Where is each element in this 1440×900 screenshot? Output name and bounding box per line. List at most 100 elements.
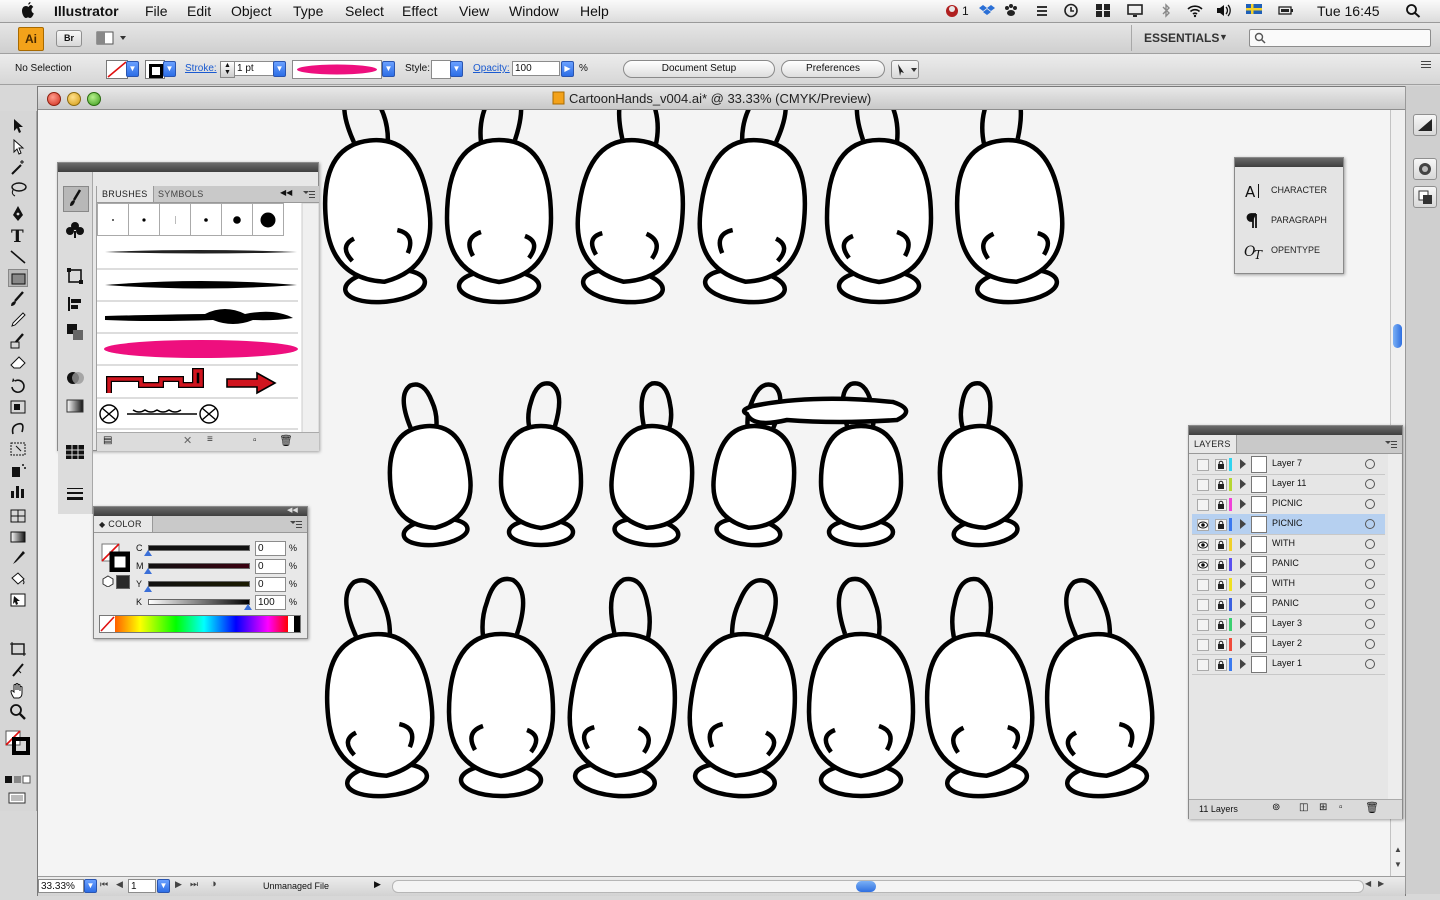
menu-help[interactable]: Help — [580, 3, 609, 19]
dock-gradient-button[interactable] — [1413, 114, 1437, 136]
artboard-number-field[interactable]: 1 — [128, 879, 156, 893]
brush-library-list[interactable] — [97, 203, 319, 433]
type-panel-drag-bar[interactable] — [1235, 158, 1343, 167]
lock-toggle[interactable] — [1215, 479, 1227, 491]
visibility-toggle[interactable] — [1197, 479, 1209, 491]
layer-row[interactable]: WITH — [1192, 574, 1385, 595]
layer-target-icon[interactable] — [1365, 479, 1375, 489]
lock-toggle[interactable] — [1215, 639, 1227, 651]
symbol-sprayer-tool[interactable] — [8, 461, 28, 479]
visibility-toggle[interactable] — [1197, 579, 1209, 591]
transparency-panel-icon-button[interactable] — [63, 366, 87, 390]
visibility-toggle[interactable] — [1197, 519, 1209, 531]
locate-object-icon[interactable]: ⊚ — [1272, 802, 1280, 813]
new-sublayer-icon[interactable]: ⊞ — [1319, 802, 1327, 813]
layer-row[interactable]: PANIC — [1192, 554, 1385, 575]
expand-layer-arrow[interactable] — [1240, 479, 1246, 489]
layer-name[interactable]: PANIC — [1272, 598, 1299, 608]
menu-list-icon[interactable] — [1034, 3, 1050, 18]
live-paint-selection-tool[interactable] — [8, 591, 28, 609]
expand-layer-arrow[interactable] — [1240, 659, 1246, 669]
slice-tool[interactable] — [8, 661, 28, 679]
color-panel-menu[interactable] — [290, 520, 302, 529]
swatches-panel-icon-button[interactable] — [63, 440, 87, 464]
channel-value-field[interactable]: 100 — [255, 595, 286, 610]
menu-type[interactable]: Type — [293, 3, 323, 19]
layer-row[interactable]: PICNIC — [1192, 494, 1385, 515]
symbols-panel-icon-button[interactable] — [63, 218, 87, 242]
transform-panel-icon-button[interactable] — [63, 264, 87, 288]
zoom-level-field[interactable]: 33.33% — [38, 879, 84, 893]
layer-name[interactable]: PICNIC — [1272, 518, 1303, 528]
magic-wand-tool[interactable] — [8, 159, 28, 177]
help-search-input[interactable] — [1268, 30, 1426, 44]
stroke-swatch[interactable] — [145, 60, 165, 79]
channel-slider-thumb[interactable] — [144, 586, 152, 592]
eraser-tool[interactable] — [8, 353, 28, 371]
menu-effect[interactable]: Effect — [402, 3, 438, 19]
brush-options-icon[interactable]: ≡ — [207, 434, 213, 445]
fill-swatch[interactable] — [106, 60, 128, 79]
tab-brushes[interactable]: BRUSHES — [97, 186, 154, 202]
layer-name[interactable]: WITH — [1272, 538, 1295, 548]
lock-toggle[interactable] — [1215, 499, 1227, 511]
channel-value-field[interactable]: 0 — [255, 559, 286, 574]
menubar-clock[interactable]: Tue 16:45 — [1317, 3, 1380, 19]
warp-tool[interactable] — [8, 419, 28, 437]
layers-panel-drag-bar[interactable] — [1189, 426, 1402, 435]
brushes-panel-icon-button[interactable] — [63, 186, 89, 212]
help-search-box[interactable] — [1249, 29, 1431, 47]
tab-color[interactable]: ◆ COLOR — [94, 516, 153, 532]
line-segment-tool[interactable] — [8, 248, 28, 266]
first-artboard-button[interactable]: ⏮ — [100, 879, 108, 890]
channel-slider-thumb[interactable] — [144, 550, 152, 556]
wifi-icon[interactable] — [1187, 3, 1203, 18]
spotlight-search-icon[interactable] — [1405, 3, 1421, 18]
eyedropper-tool[interactable] — [8, 549, 28, 567]
visibility-toggle[interactable] — [1197, 599, 1209, 611]
visibility-toggle[interactable] — [1197, 559, 1209, 571]
input-flag-icon[interactable] — [1246, 3, 1262, 18]
layer-target-icon[interactable] — [1365, 519, 1375, 529]
selection-tool[interactable] — [8, 117, 28, 135]
live-paint-bucket-tool[interactable] — [8, 570, 28, 588]
layer-row[interactable]: Layer 1 — [1192, 654, 1385, 675]
menu-file[interactable]: File — [145, 3, 168, 19]
scroll-up-arrow[interactable]: ▲ — [1394, 845, 1402, 854]
expand-layer-arrow[interactable] — [1240, 539, 1246, 549]
graphic-style-dropdown[interactable]: ▼ — [450, 61, 463, 77]
layer-row[interactable]: PICNIC — [1192, 514, 1385, 535]
lasso-tool[interactable] — [8, 180, 28, 198]
blob-brush-tool[interactable] — [8, 332, 28, 350]
status-options-icon[interactable]: ◑ — [210, 878, 217, 890]
menu-select[interactable]: Select — [345, 3, 384, 19]
menu-window[interactable]: Window — [509, 3, 559, 19]
layer-row[interactable]: Layer 7 — [1192, 454, 1385, 475]
direct-selection-tool[interactable] — [8, 138, 28, 156]
paintbrush-tool[interactable] — [8, 290, 28, 308]
fill-dropdown[interactable]: ▼ — [126, 61, 139, 77]
apple-icon[interactable] — [20, 2, 36, 20]
layer-target-icon[interactable] — [1365, 619, 1375, 629]
remove-brush-stroke-icon[interactable]: ✕ — [183, 434, 192, 447]
visibility-toggle[interactable] — [1197, 639, 1209, 651]
layer-target-icon[interactable] — [1365, 639, 1375, 649]
collapse-panel-button[interactable]: ◀◀ — [280, 188, 292, 197]
close-window-button[interactable] — [47, 92, 61, 106]
screen-mode-button[interactable] — [6, 791, 30, 805]
layer-row[interactable]: Layer 3 — [1192, 614, 1385, 635]
layer-target-icon[interactable] — [1365, 459, 1375, 469]
stroke-dropdown[interactable]: ▼ — [163, 61, 176, 77]
new-layer-icon[interactable]: ▫ — [1339, 802, 1343, 813]
tab-symbols[interactable]: SYMBOLS — [153, 186, 209, 202]
horizontal-scrollbar[interactable] — [392, 880, 1364, 893]
expand-layer-arrow[interactable] — [1240, 619, 1246, 629]
panel-drag-bar[interactable] — [58, 163, 318, 172]
lock-toggle[interactable] — [1215, 559, 1227, 571]
channel-slider-track[interactable] — [148, 545, 250, 551]
workspace-dropdown-arrow[interactable]: ▼ — [1219, 32, 1228, 42]
expand-layer-arrow[interactable] — [1240, 579, 1246, 589]
scale-tool[interactable] — [8, 398, 28, 416]
layer-target-icon[interactable] — [1365, 559, 1375, 569]
expand-layer-arrow[interactable] — [1240, 559, 1246, 569]
